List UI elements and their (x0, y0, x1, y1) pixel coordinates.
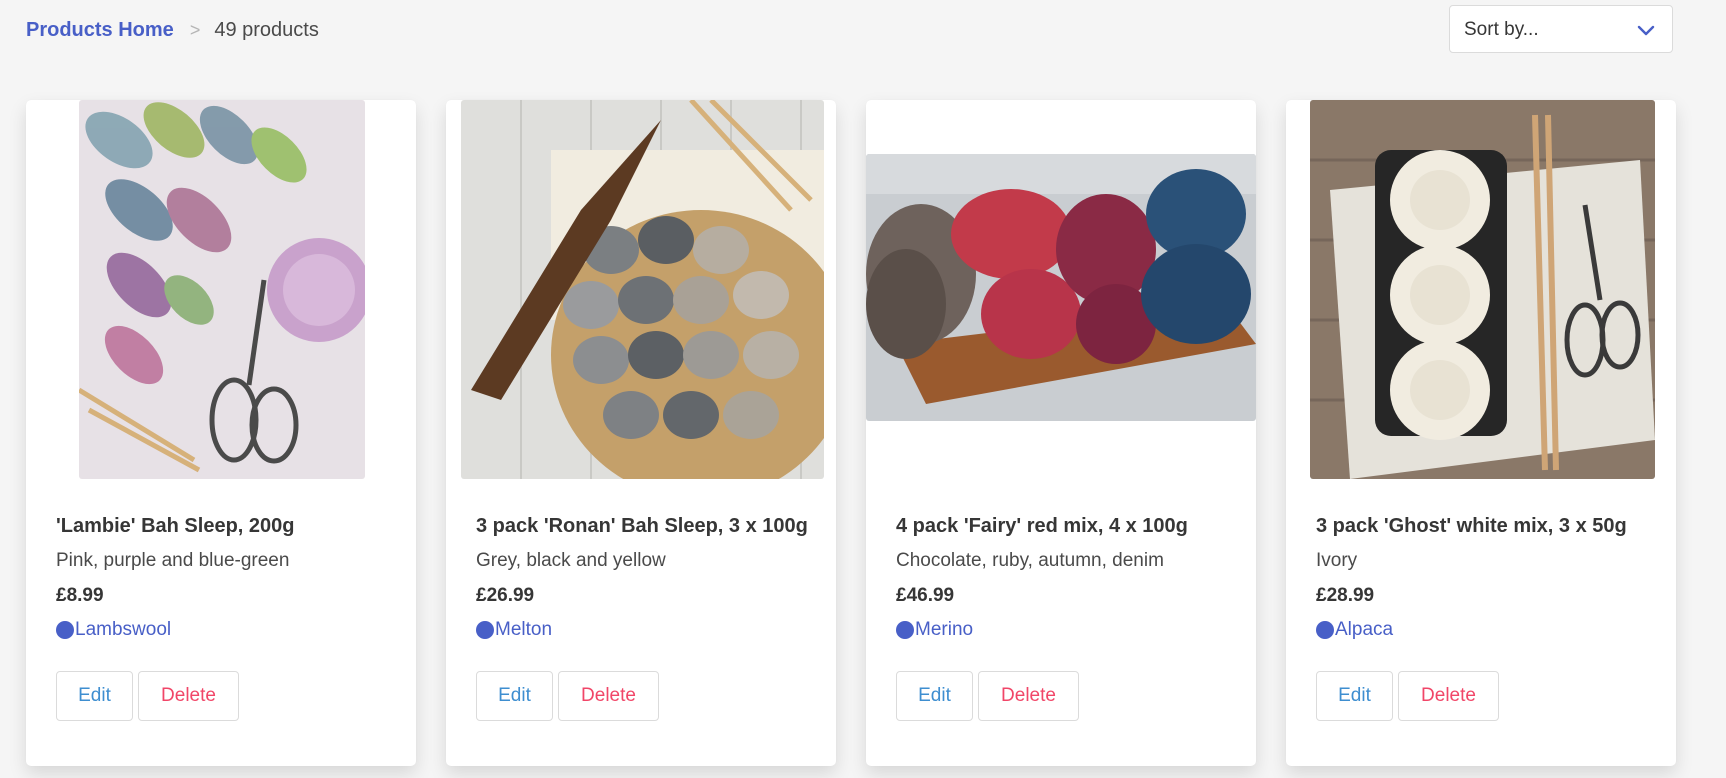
edit-button[interactable]: Edit (1316, 671, 1393, 721)
product-card: 3 pack 'Ronan' Bah Sleep, 3 x 100g Grey,… (446, 100, 836, 766)
sort-select[interactable]: Sort by... (1449, 5, 1673, 53)
product-description: Ivory (1316, 550, 1358, 571)
material-dot-icon (1316, 621, 1334, 639)
product-title: 3 pack 'Ghost' white mix, 3 x 50g (1316, 515, 1627, 537)
product-material-label: Melton (495, 619, 553, 640)
product-material-label: Merino (915, 619, 974, 640)
product-material-tag[interactable]: Merino (896, 619, 973, 641)
product-price: £28.99 (1316, 585, 1375, 606)
delete-button[interactable]: Delete (1398, 671, 1499, 721)
delete-button[interactable]: Delete (978, 671, 1079, 721)
material-dot-icon (56, 621, 74, 639)
chevron-down-icon (1636, 20, 1656, 40)
product-image (79, 100, 365, 479)
product-image-area (866, 100, 1256, 476)
product-card: 3 pack 'Ghost' white mix, 3 x 50g Ivory … (1286, 100, 1676, 766)
edit-button[interactable]: Edit (476, 671, 553, 721)
delete-button[interactable]: Delete (138, 671, 239, 721)
product-card: 'Lambie' Bah Sleep, 200g Pink, purple an… (26, 100, 416, 766)
product-description: Grey, black and yellow (476, 550, 666, 571)
top-bar: Products Home > 49 products Sort by... (0, 0, 1726, 60)
product-title: 'Lambie' Bah Sleep, 200g (56, 515, 295, 537)
product-description: Chocolate, ruby, autumn, denim (896, 550, 1164, 571)
product-image (866, 154, 1256, 421)
product-image (461, 100, 824, 479)
product-price: £26.99 (476, 585, 535, 606)
product-material-tag[interactable]: Alpaca (1316, 619, 1393, 641)
product-image-area (26, 100, 416, 479)
edit-button[interactable]: Edit (56, 671, 133, 721)
sort-select-label: Sort by... (1464, 19, 1539, 40)
material-dot-icon (476, 621, 494, 639)
product-count: 49 products (214, 19, 319, 41)
product-price: £46.99 (896, 585, 955, 606)
breadcrumb: Products Home > 49 products (26, 19, 319, 42)
product-title: 4 pack 'Fairy' red mix, 4 x 100g (896, 515, 1188, 537)
product-grid: 'Lambie' Bah Sleep, 200g Pink, purple an… (26, 100, 1676, 766)
product-description: Pink, purple and blue-green (56, 550, 290, 571)
product-material-tag[interactable]: Lambswool (56, 619, 171, 641)
product-title: 3 pack 'Ronan' Bah Sleep, 3 x 100g (476, 515, 808, 537)
edit-button[interactable]: Edit (896, 671, 973, 721)
product-image (1310, 100, 1655, 479)
product-price: £8.99 (56, 585, 104, 606)
breadcrumb-home-link[interactable]: Products Home (26, 19, 174, 42)
product-material-label: Lambswool (75, 619, 172, 640)
product-image-area (1286, 100, 1676, 479)
product-image-area (446, 100, 836, 479)
material-dot-icon (896, 621, 914, 639)
delete-button[interactable]: Delete (558, 671, 659, 721)
product-material-tag[interactable]: Melton (476, 619, 552, 641)
product-card: 4 pack 'Fairy' red mix, 4 x 100g Chocola… (866, 100, 1256, 766)
breadcrumb-separator: > (189, 20, 201, 40)
product-material-label: Alpaca (1335, 619, 1394, 640)
